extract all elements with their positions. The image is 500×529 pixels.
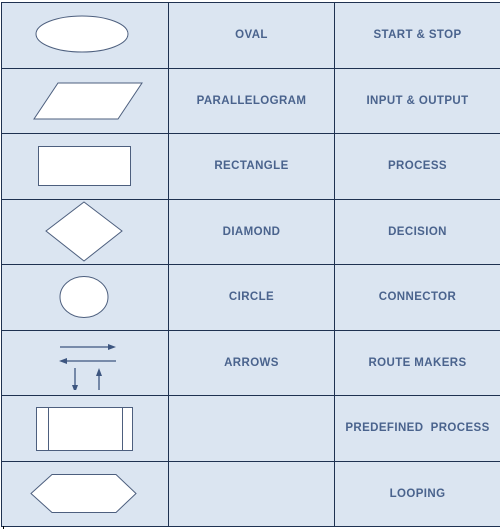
symbol-cell xyxy=(1,198,169,265)
predefined-process-icon xyxy=(36,407,133,452)
flowchart-symbols-table: OVAL START & STOP PARALLELOGRAM INPUT & … xyxy=(1,2,500,527)
symbol-cell xyxy=(1,395,169,462)
meaning-cell: DECISION xyxy=(334,198,500,265)
name-cell xyxy=(168,395,335,462)
symbol-name: CIRCLE xyxy=(228,291,275,304)
symbol-meaning: PROCESS xyxy=(387,160,448,173)
table-row: PREDEFINED PROCESS xyxy=(1,395,500,462)
meaning-cell: PROCESS xyxy=(334,133,500,200)
symbol-meaning: INPUT & OUTPUT xyxy=(366,94,469,107)
symbol-meaning: START & STOP xyxy=(373,29,462,42)
circle-icon xyxy=(59,276,109,319)
symbol-name: OVAL xyxy=(235,29,268,42)
table-row: ARROWS ROUTE MAKERS xyxy=(1,329,500,396)
symbol-meaning: LOOPING xyxy=(389,487,446,500)
name-cell: RECTANGLE xyxy=(168,133,335,200)
meaning-cell: LOOPING xyxy=(334,460,500,527)
hexagon-icon xyxy=(30,473,137,513)
name-cell: DIAMOND xyxy=(168,198,335,265)
symbol-meaning: ROUTE MAKERS xyxy=(368,356,467,369)
symbol-cell xyxy=(1,264,169,331)
name-cell xyxy=(168,460,335,527)
symbol-cell xyxy=(1,67,169,134)
table-row: OVAL START & STOP xyxy=(1,2,500,69)
diamond-icon xyxy=(45,201,123,262)
symbol-name: ARROWS xyxy=(224,356,279,369)
symbol-cell xyxy=(1,133,169,200)
meaning-cell: INPUT & OUTPUT xyxy=(334,67,500,134)
meaning-cell: START & STOP xyxy=(334,2,500,69)
symbol-name: DIAMOND xyxy=(222,225,281,238)
symbol-meaning: DECISION xyxy=(388,225,447,238)
meaning-cell: CONNECTOR xyxy=(334,264,500,331)
oval-icon xyxy=(35,15,129,53)
table-row: CIRCLE CONNECTOR xyxy=(1,264,500,331)
table-row: LOOPING xyxy=(1,460,500,527)
table-row: RECTANGLE PROCESS xyxy=(1,133,500,200)
symbol-name: RECTANGLE xyxy=(214,160,289,173)
name-cell: OVAL xyxy=(168,2,335,69)
symbol-name: PARALLELOGRAM xyxy=(196,94,307,107)
symbol-cell xyxy=(1,460,169,527)
symbol-cell xyxy=(1,329,169,396)
name-cell: PARALLELOGRAM xyxy=(168,67,335,134)
arrows-icon xyxy=(59,343,116,390)
table-row: PARALLELOGRAM INPUT & OUTPUT xyxy=(1,67,500,134)
parallelogram-icon xyxy=(33,82,143,120)
symbol-meaning: CONNECTOR xyxy=(378,291,457,304)
meaning-cell: ROUTE MAKERS xyxy=(334,329,500,396)
symbol-cell xyxy=(1,2,169,69)
meaning-cell: PREDEFINED PROCESS xyxy=(334,395,500,462)
symbol-meaning: PREDEFINED PROCESS xyxy=(345,422,490,435)
name-cell: CIRCLE xyxy=(168,264,335,331)
rectangle-icon xyxy=(38,146,131,187)
name-cell: ARROWS xyxy=(168,329,335,396)
table-row: DIAMOND DECISION xyxy=(1,198,500,265)
